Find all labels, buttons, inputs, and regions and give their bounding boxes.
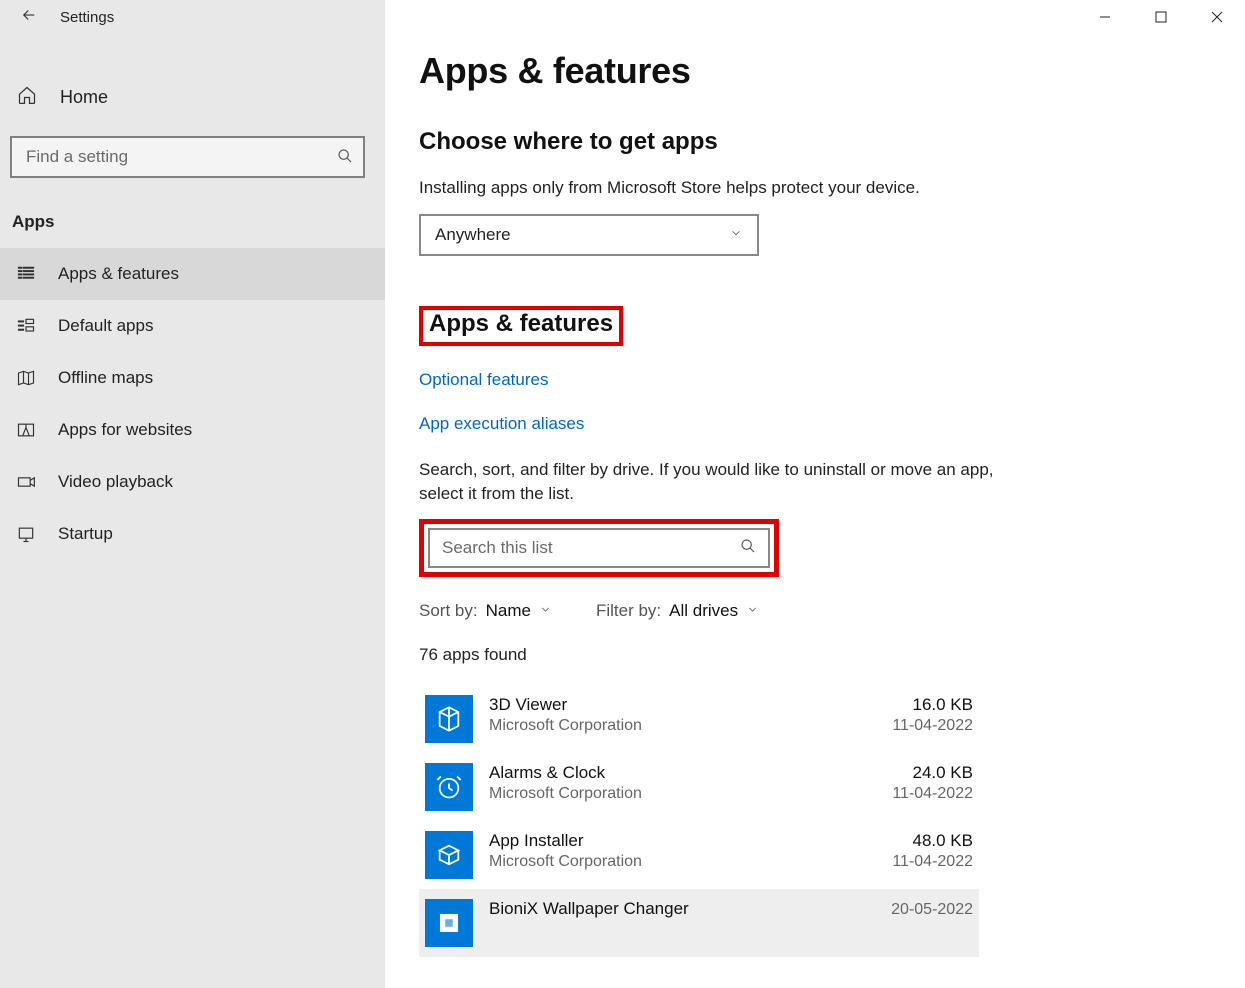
find-setting-box[interactable]	[10, 136, 365, 178]
chevron-down-icon	[729, 226, 743, 243]
filter-label: Filter by:	[596, 601, 661, 621]
search-icon	[740, 538, 756, 559]
find-setting-input[interactable]	[26, 147, 337, 167]
nav-default-apps[interactable]: Default apps	[0, 300, 385, 352]
nav-offline-maps[interactable]: Offline maps	[0, 352, 385, 404]
chevron-down-icon	[746, 601, 759, 621]
nav-label: Default apps	[58, 316, 153, 336]
page-title: Apps & features	[419, 50, 1211, 92]
apps-list-desc: Search, sort, and filter by drive. If yo…	[419, 458, 999, 506]
close-button[interactable]	[1189, 0, 1245, 34]
sidebar-category-label: Apps	[12, 212, 385, 232]
startup-icon	[14, 524, 38, 544]
filter-value: All drives	[669, 601, 738, 621]
sort-label: Sort by:	[419, 601, 478, 621]
apps-features-section-title: Apps & features	[429, 310, 613, 338]
titlebar-left: Settings	[0, 0, 385, 39]
content-scroll[interactable]: Apps & features Choose where to get apps…	[385, 0, 1245, 988]
search-list-input[interactable]	[442, 538, 740, 558]
nav-label: Offline maps	[58, 368, 153, 388]
app-name: 3D Viewer	[489, 695, 857, 715]
filter-by-dropdown[interactable]: Filter by: All drives	[596, 601, 759, 621]
app-row-app-installer[interactable]: App Installer Microsoft Corporation 48.0…	[419, 821, 979, 889]
sort-value: Name	[486, 601, 531, 621]
app-size: 48.0 KB	[873, 831, 973, 851]
app-name: App Installer	[489, 831, 857, 851]
optional-features-link[interactable]: Optional features	[419, 370, 1211, 390]
chevron-down-icon	[539, 601, 552, 621]
window-title: Settings	[60, 9, 114, 26]
app-row-alarms-clock[interactable]: Alarms & Clock Microsoft Corporation 24.…	[419, 753, 979, 821]
app-date: 20-05-2022	[873, 901, 973, 919]
app-row-bionix[interactable]: BioniX Wallpaper Changer 20-05-2022	[419, 889, 979, 957]
app-name: BioniX Wallpaper Changer	[489, 899, 857, 919]
app-icon-bionix	[425, 899, 473, 947]
nav-label: Startup	[58, 524, 113, 544]
apps-features-icon	[14, 264, 38, 284]
default-apps-icon	[14, 316, 38, 336]
nav-video-playback[interactable]: Video playback	[0, 456, 385, 508]
app-name: Alarms & Clock	[489, 763, 857, 783]
nav-label: Video playback	[58, 472, 173, 492]
dropdown-value: Anywhere	[435, 225, 511, 245]
nav-label: Apps & features	[58, 264, 179, 284]
app-row-3d-viewer[interactable]: 3D Viewer Microsoft Corporation 16.0 KB …	[419, 685, 979, 753]
choose-apps-title: Choose where to get apps	[419, 128, 1211, 156]
app-list: 3D Viewer Microsoft Corporation 16.0 KB …	[419, 685, 979, 957]
home-label: Home	[60, 87, 108, 108]
app-size: 24.0 KB	[873, 763, 973, 783]
window-controls	[1077, 0, 1245, 34]
search-list-highlight	[419, 519, 779, 577]
search-icon	[337, 148, 353, 167]
app-publisher: Microsoft Corporation	[489, 853, 857, 871]
app-size: 16.0 KB	[873, 695, 973, 715]
app-icon-alarms-clock	[425, 763, 473, 811]
choose-apps-desc: Installing apps only from Microsoft Stor…	[419, 176, 999, 200]
app-icon-3d-viewer	[425, 695, 473, 743]
app-source-dropdown[interactable]: Anywhere	[419, 214, 759, 256]
app-count-label: 76 apps found	[419, 645, 1211, 665]
app-execution-aliases-link[interactable]: App execution aliases	[419, 414, 1211, 434]
home-nav[interactable]: Home	[0, 73, 385, 122]
app-icon-app-installer	[425, 831, 473, 879]
apps-websites-icon	[14, 420, 38, 440]
app-date: 11-04-2022	[873, 717, 973, 735]
app-date: 11-04-2022	[873, 853, 973, 871]
offline-maps-icon	[14, 368, 38, 388]
sort-by-dropdown[interactable]: Sort by: Name	[419, 601, 552, 621]
sidebar: Settings Home Apps Apps & features Defau…	[0, 0, 385, 988]
maximize-button[interactable]	[1133, 0, 1189, 34]
nav-startup[interactable]: Startup	[0, 508, 385, 560]
main-area: Apps & features Choose where to get apps…	[385, 0, 1245, 988]
apps-features-section-highlight: Apps & features	[419, 306, 623, 346]
back-button[interactable]	[20, 6, 38, 29]
home-icon	[16, 85, 38, 110]
app-publisher: Microsoft Corporation	[489, 717, 857, 735]
search-list-box[interactable]	[428, 528, 770, 568]
video-playback-icon	[14, 472, 38, 492]
minimize-button[interactable]	[1077, 0, 1133, 34]
nav-label: Apps for websites	[58, 420, 192, 440]
nav-apps-features[interactable]: Apps & features	[0, 248, 385, 300]
find-setting-wrap	[10, 136, 365, 178]
sort-filter-row: Sort by: Name Filter by: All drives	[419, 601, 1211, 621]
app-publisher: Microsoft Corporation	[489, 785, 857, 803]
nav-apps-websites[interactable]: Apps for websites	[0, 404, 385, 456]
app-date: 11-04-2022	[873, 785, 973, 803]
